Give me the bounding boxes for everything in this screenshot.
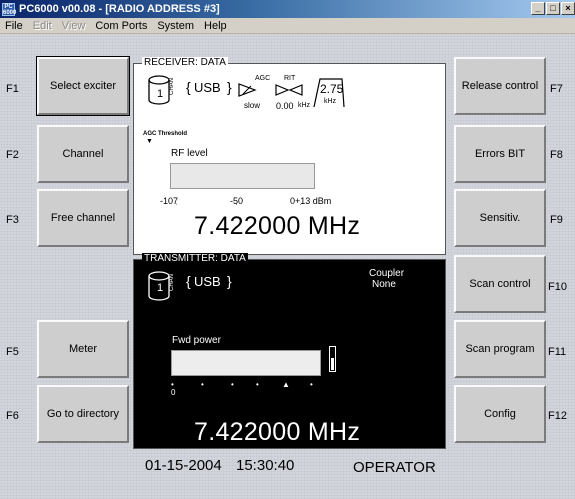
tx-mode-open-brace: { xyxy=(186,273,191,289)
menu-edit[interactable]: Edit xyxy=(28,20,57,32)
agc-label: AGC xyxy=(255,75,271,82)
filter-unit: kHz xyxy=(324,98,337,105)
status-date: 01-15-2004 xyxy=(145,457,222,474)
minimize-button[interactable]: _ xyxy=(531,2,545,15)
rit-value: 0.00 xyxy=(276,101,294,111)
fwd-scale-zero: 0 xyxy=(171,388,176,397)
menu-file[interactable]: File xyxy=(0,20,28,32)
fwd-scale-dot-5: • xyxy=(310,380,313,389)
fwd-scale-dot-2: • xyxy=(201,380,204,389)
fkey-f11: F11 xyxy=(548,346,567,358)
rf-scale-tick-2: ˈ xyxy=(235,204,238,211)
rx-mode-close-brace: } xyxy=(227,79,232,95)
window-controls: _ □ × xyxy=(530,2,575,15)
release-control-button[interactable]: Release control xyxy=(454,57,546,115)
tx-frequency: 7.422000 MHz xyxy=(194,418,361,446)
rx-chan-label: CHAN xyxy=(169,78,175,96)
fwd-scale-dot-3: • xyxy=(231,380,234,389)
fkey-f6: F6 xyxy=(6,410,19,422)
rx-frequency: 7.422000 MHz xyxy=(194,212,361,240)
menu-view[interactable]: View xyxy=(57,20,91,32)
fwd-scale-dot-4: • xyxy=(256,380,259,389)
config-button[interactable]: Config xyxy=(454,385,546,443)
scan-control-button[interactable]: Scan control xyxy=(454,255,546,313)
fkey-f8: F8 xyxy=(550,149,563,161)
fkey-f3: F3 xyxy=(6,214,19,226)
menu-system[interactable]: System xyxy=(152,20,199,32)
fkey-f1: F1 xyxy=(6,83,19,95)
receiver-header: RECEIVER: DATA xyxy=(142,57,228,68)
rf-scale-max: 0+13 dBm xyxy=(290,196,332,206)
close-button[interactable]: × xyxy=(561,2,575,15)
go-to-directory-button[interactable]: Go to directory xyxy=(37,385,129,443)
rf-level-label: RF level xyxy=(171,148,208,159)
fkey-f9: F9 xyxy=(550,214,563,226)
meter-button[interactable]: Meter xyxy=(37,320,129,378)
fwd-power-peak-indicator xyxy=(329,346,336,372)
errors-bit-button[interactable]: Errors BIT xyxy=(454,125,546,183)
receiver-panel: RECEIVER: DATA 1 CHAN { USB } AGC slow R… xyxy=(133,57,446,255)
rit-label: RIT xyxy=(284,75,296,82)
status-role: OPERATOR xyxy=(353,459,436,476)
tx-chan-label: CHAN xyxy=(169,274,175,292)
tx-channel-cylinder-icon xyxy=(148,271,170,301)
tx-channel-number: 1 xyxy=(157,282,164,294)
rf-scale-tick-3: ˈ xyxy=(299,204,302,211)
sensitivity-button[interactable]: Sensitiv. xyxy=(454,189,546,247)
fkey-f7: F7 xyxy=(550,83,563,95)
window-title: PC6000 v00.08 - [RADIO ADDRESS #3] xyxy=(19,3,220,15)
title-bar: PC 6000 PC6000 v00.08 - [RADIO ADDRESS #… xyxy=(0,0,575,18)
fkey-f5: F5 xyxy=(6,346,19,358)
rx-mode: USB xyxy=(194,80,221,95)
coupler-value: None xyxy=(372,279,396,290)
agc-threshold-marker-icon: ▼ xyxy=(146,138,153,145)
fkey-f10: F10 xyxy=(548,281,567,293)
rx-channel-number: 1 xyxy=(157,88,164,100)
transmitter-panel: TRANSMITTER: DATA 1 CHAN { USB } Coupler… xyxy=(133,253,446,449)
fwd-scale-marker-icon: ▲ xyxy=(282,380,290,389)
app-icon: PC 6000 xyxy=(2,2,17,16)
channel-cylinder-icon xyxy=(148,75,170,105)
tx-mode-close-brace: } xyxy=(227,273,232,289)
channel-button[interactable]: Channel xyxy=(37,125,129,183)
transmitter-header: TRANSMITTER: DATA xyxy=(142,253,248,264)
rf-level-bar xyxy=(170,163,315,189)
scan-program-button[interactable]: Scan program xyxy=(454,320,546,378)
coupler-label: Coupler xyxy=(369,268,405,279)
fkey-f2: F2 xyxy=(6,149,19,161)
select-exciter-button[interactable]: Select exciter xyxy=(36,56,130,116)
filter-value: 2.75 xyxy=(320,82,344,96)
menu-bar: File Edit View Com Ports System Help xyxy=(0,18,575,34)
menu-help[interactable]: Help xyxy=(199,20,232,32)
rx-mode-open-brace: { xyxy=(186,79,191,95)
fwd-power-bar xyxy=(171,350,321,376)
agc-threshold-label: AGC Threshold xyxy=(143,131,188,137)
status-time: 15:30:40 xyxy=(236,457,295,474)
agc-value: slow xyxy=(244,101,261,110)
rit-unit: kHz xyxy=(298,102,311,109)
fkey-f12: F12 xyxy=(548,410,567,422)
rf-scale-tick-1: ˈ xyxy=(175,204,178,211)
menu-com-ports[interactable]: Com Ports xyxy=(90,20,152,32)
free-channel-button[interactable]: Free channel xyxy=(37,189,129,247)
rit-icon xyxy=(275,84,303,96)
agc-icon xyxy=(238,83,257,97)
main-area: F1 Select exciter F2 Channel F3 Free cha… xyxy=(0,35,575,499)
maximize-button[interactable]: □ xyxy=(546,2,560,15)
fwd-power-label: Fwd power xyxy=(172,335,221,346)
tx-mode: USB xyxy=(194,274,221,289)
